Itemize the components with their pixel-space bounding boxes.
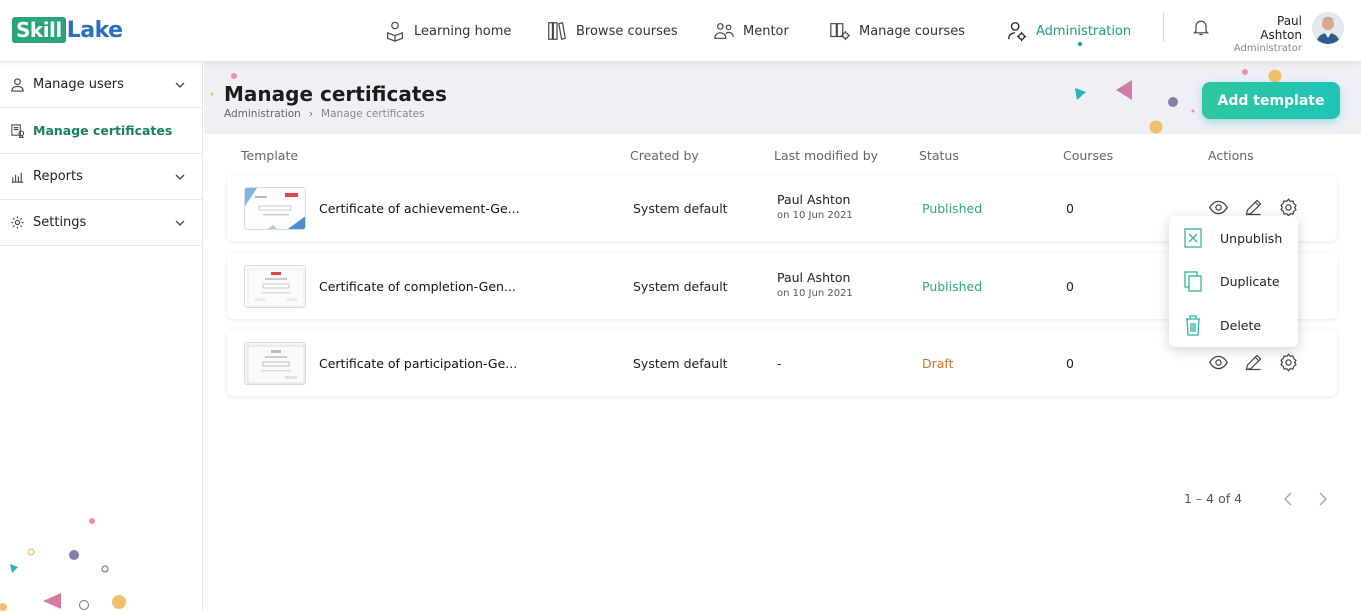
- menu-item-duplicate[interactable]: Duplicate: [1169, 263, 1298, 299]
- pencil-icon[interactable]: [1243, 197, 1264, 218]
- nav-learning-home[interactable]: Learning home: [384, 0, 511, 62]
- eye-icon[interactable]: [1208, 352, 1229, 373]
- courses-count: 0: [1066, 201, 1074, 216]
- menu-item-label: Delete: [1220, 317, 1262, 333]
- bell-icon[interactable]: [1191, 17, 1211, 37]
- sidebar-item-manage-certificates[interactable]: Manage certificates: [0, 108, 202, 154]
- header-status: Status: [919, 148, 959, 163]
- mentor-icon: [714, 23, 734, 39]
- menu-item-delete[interactable]: Delete: [1169, 307, 1298, 343]
- modified-date: on 10 Jun 2021: [777, 210, 853, 221]
- avatar[interactable]: [1312, 12, 1344, 44]
- user-icon: [11, 78, 24, 92]
- nav-label: Mentor: [743, 23, 789, 39]
- pagination-range: 1 – 4 of 4: [1184, 491, 1243, 506]
- manage-courses-icon: [830, 23, 851, 41]
- duplicate-icon: [1184, 271, 1202, 292]
- modified-by: Paul Ashton: [777, 192, 851, 207]
- actions-dropdown-menu: Unpublish Duplicate Delete: [1169, 216, 1298, 347]
- nav-label: Manage courses: [859, 23, 965, 39]
- admin-icon: [1008, 22, 1027, 42]
- created-by: System default: [633, 356, 728, 371]
- gear-icon: [11, 216, 24, 229]
- skilllake-logo[interactable]: Skill Lake: [12, 16, 123, 44]
- logo-text-skill: Skill: [12, 17, 66, 43]
- modified-date: on 10 Jun 2021: [777, 288, 853, 299]
- header-template: Template: [241, 148, 299, 163]
- unpublish-icon: [1184, 228, 1202, 248]
- nav-administration[interactable]: Administration: [1006, 0, 1131, 62]
- row-actions: [1208, 352, 1299, 373]
- nav-manage-courses[interactable]: Manage courses: [829, 0, 965, 62]
- header-courses: Courses: [1063, 148, 1114, 163]
- chevron-down-icon[interactable]: [174, 217, 186, 229]
- reports-icon: [11, 172, 24, 183]
- nav-browse-courses[interactable]: Browse courses: [546, 0, 678, 62]
- user-role: Administrator: [1233, 43, 1302, 54]
- courses-count: 0: [1066, 279, 1074, 294]
- eye-icon[interactable]: [1208, 197, 1229, 218]
- avatar-image: [1312, 12, 1344, 44]
- nav-label: Browse courses: [576, 23, 678, 39]
- sidebar-item-label: Manage users: [33, 77, 124, 92]
- courses-count: 0: [1066, 356, 1074, 371]
- learning-home-icon: [387, 21, 403, 42]
- template-name[interactable]: Certificate of participation-Ge...: [319, 356, 517, 371]
- sidebar-item-label: Manage certificates: [33, 123, 173, 138]
- certificate-preview-image: [245, 343, 305, 384]
- status-badge: Published: [922, 201, 983, 216]
- sidebar-item-manage-users[interactable]: Manage users: [0, 62, 202, 108]
- nav-label: Learning home: [414, 23, 512, 39]
- chevron-down-icon[interactable]: [174, 171, 186, 183]
- page-header: Manage certificates Administration › Man…: [204, 62, 1361, 134]
- gear-icon[interactable]: [1278, 352, 1299, 373]
- certificate-thumbnail[interactable]: [244, 265, 306, 308]
- header-last-modified-by: Last modified by: [774, 148, 879, 163]
- active-indicator: [1078, 42, 1082, 46]
- certificate-icon: [11, 124, 25, 138]
- sidebar-item-reports[interactable]: Reports: [0, 154, 202, 200]
- gear-icon[interactable]: [1278, 197, 1299, 218]
- status-badge: Published: [922, 279, 983, 294]
- books-icon: [548, 22, 566, 40]
- nav-label: Administration: [1036, 23, 1132, 39]
- nav-mentor[interactable]: Mentor: [713, 0, 789, 62]
- decorative-confetti: [210, 69, 1282, 134]
- sidebar-item-settings[interactable]: Settings: [0, 200, 202, 246]
- header-created-by: Created by: [630, 148, 699, 163]
- menu-item-label: Unpublish: [1220, 230, 1283, 246]
- menu-item-label: Duplicate: [1220, 273, 1280, 289]
- header-actions: Actions: [1208, 148, 1254, 163]
- certificate-preview-image: [245, 188, 305, 229]
- modified-by: -: [777, 356, 782, 371]
- created-by: System default: [633, 279, 728, 294]
- top-navigation-bar: Skill Lake Learning home Browse courses …: [0, 0, 1361, 62]
- certificate-thumbnail[interactable]: [244, 342, 306, 385]
- status-badge: Draft: [922, 356, 954, 371]
- trash-icon: [1186, 315, 1200, 336]
- nav-divider: [1163, 12, 1164, 42]
- modified-by: Paul Ashton: [777, 270, 851, 285]
- certificate-preview-image: [245, 266, 305, 307]
- pencil-icon[interactable]: [1243, 352, 1264, 373]
- row-actions: [1208, 197, 1299, 218]
- logo-text-lake: Lake: [66, 17, 123, 43]
- add-template-button[interactable]: Add template: [1202, 82, 1340, 119]
- created-by: System default: [633, 201, 728, 216]
- sidebar-item-label: Reports: [33, 169, 83, 184]
- sidebar-item-label: Settings: [33, 215, 87, 230]
- sidebar: Manage users Manage certificates Reports…: [0, 62, 203, 611]
- user-info[interactable]: Paul Ashton Administrator: [1232, 14, 1302, 54]
- decorative-confetti: [0, 518, 126, 611]
- template-name[interactable]: Certificate of completion-Gen...: [319, 279, 516, 294]
- user-name: Paul Ashton: [1260, 14, 1302, 42]
- chevron-down-icon[interactable]: [174, 79, 186, 91]
- chevron-left-icon[interactable]: [1281, 491, 1295, 507]
- menu-item-unpublish[interactable]: Unpublish: [1169, 220, 1298, 256]
- chevron-right-icon[interactable]: [1316, 491, 1330, 507]
- certificate-thumbnail[interactable]: [244, 187, 306, 230]
- template-name[interactable]: Certificate of achievement-Ge...: [319, 201, 520, 216]
